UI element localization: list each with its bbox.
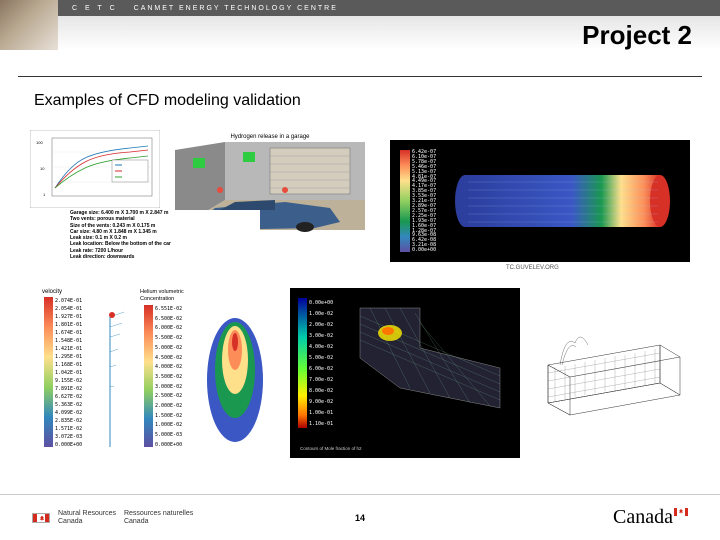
p5-left-scale: 2.074E-012.054E-011.927E-011.801E-011.67… [55,297,82,449]
panel4-url: TC.GUVELEV.ORG [506,265,559,271]
subtitle: Examples of CFD modeling validation [34,92,301,110]
rule [18,76,702,77]
canada-wordmark: Canada [613,506,688,529]
panel-dual: velocity Helium volumetric Concentration [40,285,280,455]
panel-specs: Garage size: 6.400 m X 3.700 m X 2.847 m… [70,210,260,280]
p6-caption: Contours of Mole fraction of h2 [300,446,362,451]
content-area: 100101 Hydrogen release in a garage [30,130,690,480]
header-photo [0,0,58,50]
p5-right-scale: 6.551E-026.500E-026.000E-025.500E-025.00… [155,305,182,451]
footer: Natural Resources Canada Ressources natu… [0,494,720,540]
panel-chart: 100101 [30,130,160,208]
dept-en: Natural Resources Canada [58,510,116,525]
panel-cylinder: 6.42e-076.10e-075.78e-075.46e-075.13e-07… [390,140,690,262]
flag-icon [32,513,50,523]
spec-line: Leak direction: downwards [70,254,260,260]
header-bar: C E T C CANMET ENERGY TECHNOLOGY CENTRE [58,0,720,16]
footer-left: Natural Resources Canada Ressources natu… [32,510,193,525]
page-title: Project 2 [582,20,692,51]
org-short: C E T C [72,5,118,12]
panel-wireframe [530,315,690,435]
org-long: CANMET ENERGY TECHNOLOGY CENTRE [134,5,338,12]
svg-text:velocity: velocity [42,289,62,295]
cyl-scale: 6.42e-076.10e-075.78e-075.46e-075.13e-07… [412,150,436,253]
svg-text:Concentration: Concentration [140,296,174,302]
page-number: 14 [355,513,365,523]
garage-caption: Hydrogen release in a garage [230,134,310,140]
svg-text:100: 100 [36,140,43,145]
svg-text:Helium volumetric: Helium volumetric [140,289,184,295]
dept-fr: Ressources naturelles Canada [124,510,193,525]
svg-text:10: 10 [40,166,45,171]
p6-scale: 0.00e+001.00e-022.00e-023.00e-024.00e-02… [309,298,333,430]
panel-mole-fraction: Contours of Mole fraction of h2 0.00e+00… [290,288,520,458]
